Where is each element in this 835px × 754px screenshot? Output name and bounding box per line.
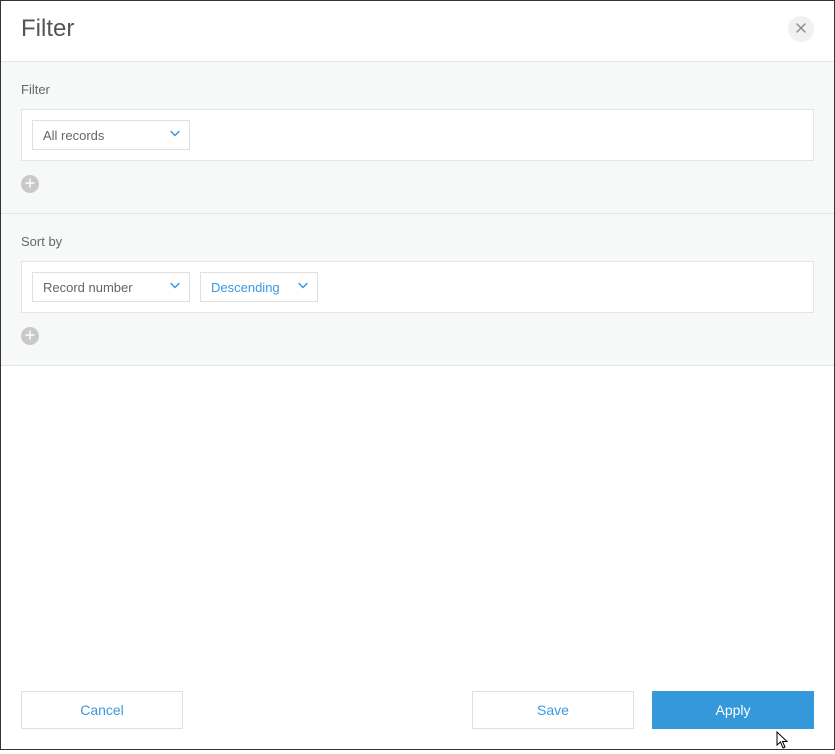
filter-section-label: Filter (21, 82, 814, 97)
dialog-footer: Cancel Save Apply (1, 677, 834, 749)
apply-button[interactable]: Apply (652, 691, 814, 729)
filter-field-select[interactable]: All records (32, 120, 190, 150)
chevron-down-icon (169, 128, 181, 143)
filter-row: All records (21, 109, 814, 161)
filter-field-value: All records (43, 128, 104, 143)
filter-section: Filter All records (1, 62, 834, 214)
chevron-down-icon (169, 280, 181, 295)
sort-row: Record number Descending (21, 261, 814, 313)
add-sort-button[interactable] (21, 327, 39, 345)
filter-dialog: Filter Filter All records Sort by (0, 0, 835, 750)
sort-direction-value: Descending (211, 280, 280, 295)
close-button[interactable] (788, 16, 814, 42)
save-button[interactable]: Save (472, 691, 634, 729)
chevron-down-icon (297, 280, 309, 295)
add-filter-button[interactable] (21, 175, 39, 193)
plus-icon (25, 327, 35, 345)
dialog-title: Filter (21, 15, 74, 43)
sort-section: Sort by Record number Descending (1, 214, 834, 366)
dialog-header: Filter (1, 1, 834, 62)
dialog-body-spacer (1, 366, 834, 677)
sort-direction-select[interactable]: Descending (200, 272, 318, 302)
sort-field-select[interactable]: Record number (32, 272, 190, 302)
sort-field-value: Record number (43, 280, 133, 295)
cancel-button[interactable]: Cancel (21, 691, 183, 729)
close-icon (796, 20, 806, 38)
sort-section-label: Sort by (21, 234, 814, 249)
plus-icon (25, 175, 35, 193)
